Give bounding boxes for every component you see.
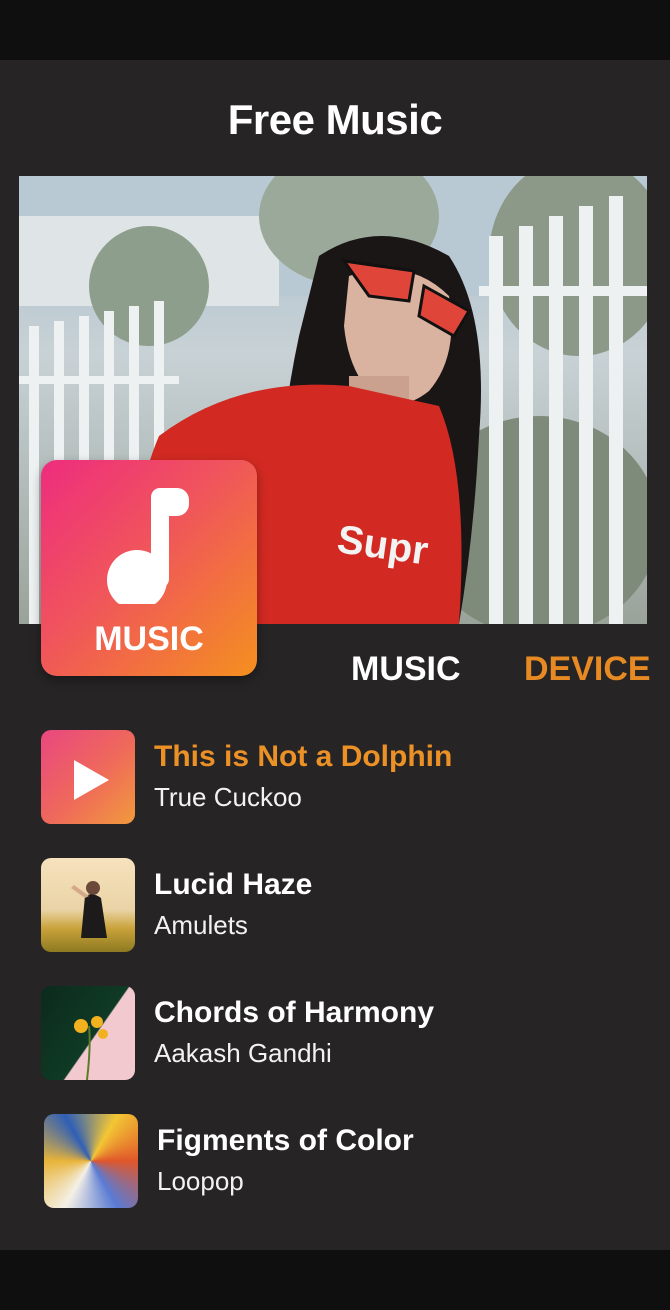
track-item[interactable]: This is Not a Dolphin True Cuckoo <box>41 730 641 826</box>
track-title: Lucid Haze <box>154 868 313 901</box>
track-item[interactable]: Figments of Color Loopop <box>44 1114 644 1210</box>
music-note-icon <box>107 488 189 604</box>
track-artist: True Cuckoo <box>154 782 302 812</box>
track-title: This is Not a Dolphin <box>154 740 453 773</box>
track-item[interactable]: Chords of Harmony Aakash Gandhi <box>41 986 641 1082</box>
app-logo: MUSIC <box>41 460 257 676</box>
status-bar <box>0 0 670 60</box>
album-art <box>41 986 135 1080</box>
album-art <box>41 858 135 952</box>
track-artist: Loopop <box>157 1166 244 1196</box>
album-art <box>44 1114 138 1208</box>
main-screen: Free Music Supr MUSIC MUSIC DEVICE This … <box>0 60 670 1250</box>
logo-label: MUSIC <box>94 620 204 658</box>
track-title: Figments of Color <box>157 1124 414 1157</box>
tab-music[interactable]: MUSIC <box>351 650 461 689</box>
play-icon <box>74 760 109 800</box>
page-title: Free Music <box>227 96 443 143</box>
track-artist: Amulets <box>154 910 248 940</box>
tab-device[interactable]: DEVICE <box>524 650 651 689</box>
track-title: Chords of Harmony <box>154 996 435 1029</box>
track-item[interactable]: Lucid Haze Amulets <box>41 858 641 954</box>
track-artist: Aakash Gandhi <box>154 1038 332 1068</box>
navigation-bar <box>0 1250 670 1310</box>
album-art <box>41 730 135 824</box>
